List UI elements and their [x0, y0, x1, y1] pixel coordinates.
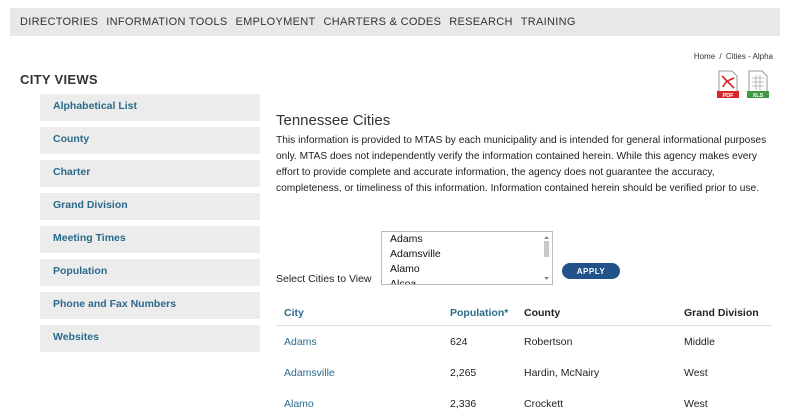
- population-cell: 2,265: [450, 366, 477, 379]
- breadcrumb: Home / Cities - Alpha: [693, 52, 774, 61]
- nav-employment[interactable]: EMPLOYMENT: [236, 16, 316, 28]
- population-cell: 624: [450, 335, 468, 348]
- scrollbar-thumb[interactable]: [544, 241, 549, 257]
- pdf-file-icon[interactable]: PDF: [716, 70, 740, 100]
- city-option[interactable]: Alamo: [382, 262, 552, 277]
- breadcrumb-separator: /: [719, 52, 722, 61]
- export-icons: PDF XLS: [716, 70, 770, 100]
- column-header-population[interactable]: Population*: [442, 300, 516, 326]
- table-row: Adamsville 2,265 Hardin, McNairy West: [276, 357, 772, 388]
- select-cities-label: Select Cities to View: [276, 273, 372, 285]
- sidebar-title: CITY VIEWS: [20, 72, 98, 87]
- select-scrollbar[interactable]: [543, 235, 550, 281]
- city-link[interactable]: Alamo: [276, 388, 442, 419]
- pdf-label: PDF: [723, 93, 735, 99]
- scroll-up-arrow-icon: [544, 236, 549, 239]
- nav-information-tools[interactable]: INFORMATION TOOLS: [106, 16, 227, 28]
- city-option[interactable]: Alcoa: [382, 277, 552, 284]
- nav-directories[interactable]: DIRECTORIES: [20, 16, 98, 28]
- column-header-county: County: [516, 300, 676, 326]
- top-navigation: DIRECTORIES INFORMATION TOOLS EMPLOYMENT…: [10, 8, 780, 36]
- breadcrumb-home[interactable]: Home: [694, 52, 715, 61]
- city-link[interactable]: Adamsville: [276, 357, 442, 388]
- sidebar-item-phone-fax[interactable]: Phone and Fax Numbers: [40, 292, 260, 319]
- cities-table: City Population* County Grand Division A…: [276, 300, 772, 419]
- grand-division-cell: West: [684, 397, 708, 410]
- nav-training[interactable]: TRAINING: [521, 16, 576, 28]
- city-multiselect[interactable]: Adams Adamsville Alamo Alcoa: [381, 231, 553, 285]
- breadcrumb-current: Cities - Alpha: [725, 52, 773, 61]
- sidebar-item-alphabetical-list[interactable]: Alphabetical List: [40, 94, 260, 121]
- xls-label: XLS: [753, 93, 764, 99]
- grand-division-cell: West: [684, 366, 708, 379]
- disclaimer-text: This information is provided to MTAS by …: [276, 135, 767, 194]
- city-link[interactable]: Adams: [276, 326, 442, 358]
- xls-file-icon[interactable]: XLS: [746, 70, 770, 100]
- county-cell: Robertson: [524, 335, 573, 348]
- sidebar-item-population[interactable]: Population: [40, 259, 260, 286]
- nav-charters-codes[interactable]: CHARTERS & CODES: [324, 16, 442, 28]
- scroll-down-arrow-icon: [544, 277, 549, 280]
- sidebar: Alphabetical List County Charter Grand D…: [40, 94, 260, 358]
- city-option[interactable]: Adams: [382, 232, 552, 247]
- nav-research[interactable]: RESEARCH: [449, 16, 513, 28]
- population-cell: 2,336: [450, 397, 477, 410]
- sidebar-item-meeting-times[interactable]: Meeting Times: [40, 226, 260, 253]
- table-row: Adams 624 Robertson Middle: [276, 326, 772, 358]
- county-cell: Crockett: [524, 397, 564, 410]
- city-option[interactable]: Adamsville: [382, 247, 552, 262]
- grand-division-cell: Middle: [684, 335, 715, 348]
- page-title: Tennessee Cities: [276, 112, 391, 129]
- sidebar-item-charter[interactable]: Charter: [40, 160, 260, 187]
- table-row: Alamo 2,336 Crockett West: [276, 388, 772, 419]
- sidebar-item-county[interactable]: County: [40, 127, 260, 154]
- apply-button[interactable]: APPLY: [562, 263, 620, 279]
- column-header-city[interactable]: City: [276, 300, 442, 326]
- county-cell: Hardin, McNairy: [524, 366, 600, 379]
- column-header-grand-division: Grand Division: [676, 300, 772, 326]
- table-header-row: City Population* County Grand Division: [276, 300, 772, 326]
- sidebar-item-websites[interactable]: Websites: [40, 325, 260, 352]
- sidebar-item-grand-division[interactable]: Grand Division: [40, 193, 260, 220]
